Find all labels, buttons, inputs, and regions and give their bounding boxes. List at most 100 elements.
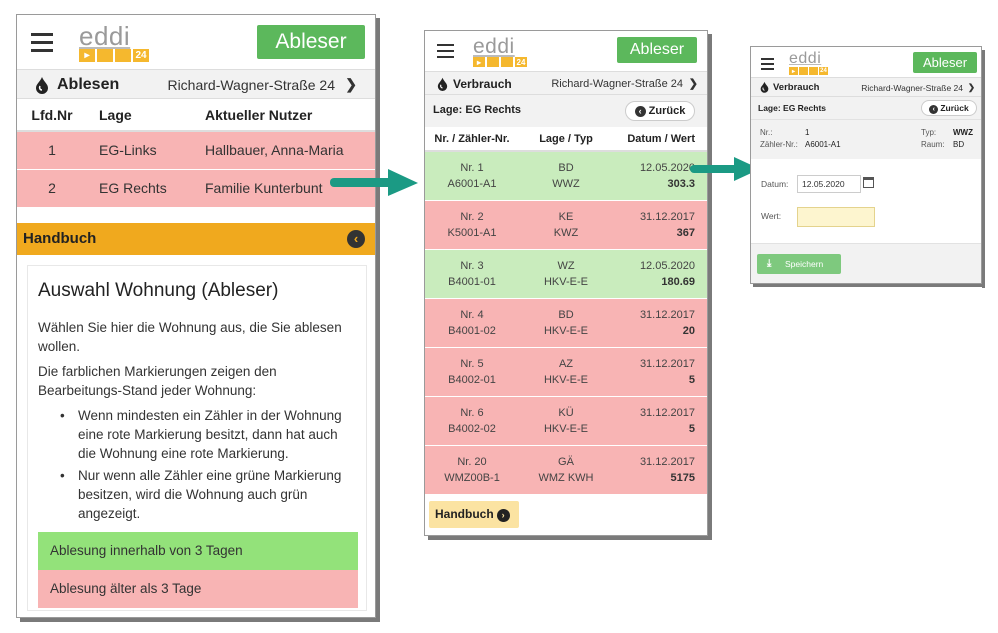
ableser-button[interactable]: Ableser <box>257 25 365 59</box>
raum-value: BD <box>953 140 965 149</box>
lage-row: Lage: EG Rechts ‹ Zurück <box>425 95 707 127</box>
eddi24-logo: eddi ▸ 24 <box>473 35 527 67</box>
eddi24-logo: eddi ▸ 24 <box>789 50 828 75</box>
lage-typ-cell: GÄ WMZ KWH <box>519 445 613 495</box>
section-title: Verbrauch <box>773 82 820 93</box>
section-header: Verbrauch Richard-Wagner-Straße 24 ❯ <box>751 77 981 97</box>
table-row[interactable]: 1 EG-Links Hallbauer, Anna-Maria <box>17 131 375 170</box>
lage-typ-cell: KÜ HKV-E-E <box>519 396 613 446</box>
handbuch-paragraph: Die farblichen Markierungen zeigen den B… <box>38 364 277 398</box>
column-header: Lfd.Nr <box>17 99 87 132</box>
datum-input[interactable]: 12.05.2020 <box>797 175 861 193</box>
zaehler-value: A6001-A1 <box>805 140 841 149</box>
handbuch-paragraph: Wählen Sie hier die Wohnung aus, die Sie… <box>38 320 342 354</box>
app-header: eddi ▸ 24 Ableser <box>17 15 375 69</box>
zaehler-table: Nr. / Zähler-Nr. Lage / Typ Datum / Wert… <box>425 127 707 495</box>
datum-wert-cell: 12.05.2020 180.69 <box>613 249 707 299</box>
handbuch-bar[interactable]: Handbuch ‹ <box>17 223 375 255</box>
lage-label: Lage: EG Rechts <box>433 104 522 116</box>
section-title: Verbrauch <box>453 77 512 91</box>
back-button[interactable]: ‹ Zurück <box>625 101 695 121</box>
column-header: Aktueller Nutzer <box>193 99 375 132</box>
nr-value: 1 <box>805 128 810 137</box>
drop-icon <box>36 77 48 94</box>
screen-zaehler-liste: eddi ▸ 24 Ableser Verbrauch Richard-Wagne… <box>424 30 708 536</box>
lage-row: Lage: EG Rechts ‹ Zurück <box>751 97 981 119</box>
arrow-left-circle-icon[interactable]: ‹ <box>347 230 365 248</box>
section-title: Ablesen <box>57 76 120 93</box>
save-button[interactable]: ⤓ Speichern <box>757 254 841 274</box>
arrow-right-circle-icon: › <box>496 509 510 522</box>
ableser-button[interactable]: Ableser <box>617 37 697 63</box>
table-row[interactable]: Nr. 20 WMZ00B-1 GÄ WMZ KWH 31.12.2017 5175 <box>425 445 707 495</box>
street-select[interactable]: Richard-Wagner-Straße 24 <box>167 77 335 93</box>
lage-label: Lage: EG Rechts <box>758 103 827 113</box>
nr-cell: Nr. 3 B4001-01 <box>425 249 519 299</box>
lage-typ-cell: AZ HKV-E-E <box>519 347 613 397</box>
hamburger-menu-icon[interactable] <box>761 58 774 73</box>
hamburger-menu-icon[interactable] <box>437 44 454 62</box>
lage-cell: EG-Links <box>87 131 193 170</box>
handbuch-button[interactable]: Handbuch › <box>429 501 519 528</box>
legend-red: Ablesung älter als 3 Tage <box>38 570 358 608</box>
download-icon: ⤓ <box>767 258 772 269</box>
flow-arrow-icon <box>330 169 418 196</box>
calendar-icon[interactable] <box>863 177 874 188</box>
table-row[interactable]: Nr. 1 A6001-A1 BD WWZ 12.05.2020 303.3 <box>425 151 707 201</box>
datum-label: Datum: <box>761 179 789 189</box>
ablese-form: Datum: 12.05.2020 Wert: <box>751 159 981 243</box>
app-header: eddi ▸ 24 Ableser <box>425 31 707 71</box>
lage-typ-cell: BD HKV-E-E <box>519 298 613 348</box>
app-header: eddi ▸ 24 Ableser <box>751 47 981 77</box>
column-header: Datum / Wert <box>613 127 707 152</box>
hamburger-menu-icon[interactable] <box>31 33 53 57</box>
column-header: Lage / Typ <box>519 127 613 152</box>
table-row[interactable]: 2 EG Rechts Familie Kunterbunt <box>17 169 375 208</box>
datum-wert-cell: 31.12.2017 5175 <box>613 445 707 495</box>
lage-typ-cell: WZ HKV-E-E <box>519 249 613 299</box>
nr-cell: Nr. 1 A6001-A1 <box>425 151 519 201</box>
nr-cell: Nr. 6 B4002-02 <box>425 396 519 446</box>
table-row[interactable]: Nr. 2 K5001-A1 KE KWZ 31.12.2017 367 <box>425 200 707 250</box>
ableser-button[interactable]: Ableser <box>913 52 977 73</box>
form-footer: ⤓ Speichern <box>751 243 981 283</box>
chevron-down-icon[interactable]: ❯ <box>689 77 698 90</box>
wohnung-table: Lfd.Nr Lage Aktueller Nutzer 1 EG-Links … <box>17 99 375 208</box>
nr-cell: Nr. 2 K5001-A1 <box>425 200 519 250</box>
lage-cell: EG Rechts <box>87 169 193 208</box>
list-item: Nur wenn alle Zähler eine grüne Markieru… <box>38 466 358 523</box>
datum-wert-cell: 31.12.2017 20 <box>613 298 707 348</box>
zaehler-info: Nr.: 1 Zähler-Nr.: A6001-A1 Typ: WWZ Rau… <box>751 119 981 159</box>
nr-cell: Nr. 20 WMZ00B-1 <box>425 445 519 495</box>
street-select[interactable]: Richard-Wagner-Straße 24 <box>861 83 963 93</box>
handbuch-title: Auswahl Wohnung (Ableser) <box>38 280 279 301</box>
section-header: Ablesen Richard-Wagner-Straße 24 ❯ <box>17 69 375 99</box>
chevron-left-icon: ‹ <box>634 106 646 117</box>
lfd-nr-cell: 1 <box>17 131 87 170</box>
lage-typ-cell: BD WWZ <box>519 151 613 201</box>
eddi24-logo: eddi ▸ 24 <box>79 23 151 62</box>
back-button[interactable]: ‹ Zurück <box>921 100 977 116</box>
legend-green: Ablesung innerhalb von 3 Tagen <box>38 532 358 570</box>
typ-label: Typ: <box>921 128 937 137</box>
zaehler-label: Zähler-Nr.: <box>760 140 798 149</box>
chevron-down-icon[interactable]: ❯ <box>345 76 357 93</box>
chevron-left-icon: ‹ <box>929 105 939 114</box>
drop-icon <box>437 77 448 91</box>
table-row[interactable]: Nr. 6 B4002-02 KÜ HKV-E-E 31.12.2017 5 <box>425 396 707 446</box>
nr-cell: Nr. 4 B4001-02 <box>425 298 519 348</box>
wert-input[interactable] <box>797 207 875 227</box>
chevron-down-icon[interactable]: ❯ <box>968 82 975 93</box>
table-row[interactable]: Nr. 4 B4001-02 BD HKV-E-E 31.12.2017 20 <box>425 298 707 348</box>
column-header: Nr. / Zähler-Nr. <box>425 127 519 152</box>
table-row[interactable]: Nr. 3 B4001-01 WZ HKV-E-E 12.05.2020 180.69 <box>425 249 707 299</box>
table-row[interactable]: Nr. 5 B4002-01 AZ HKV-E-E 31.12.2017 5 <box>425 347 707 397</box>
list-item: Wenn mindesten ein Zähler in der Wohnung… <box>38 406 358 463</box>
raum-label: Raum: <box>921 140 945 149</box>
handbuch-label: Handbuch <box>23 230 97 247</box>
lfd-nr-cell: 2 <box>17 169 87 208</box>
street-select[interactable]: Richard-Wagner-Straße 24 <box>551 78 683 90</box>
column-header: Lage <box>87 99 193 132</box>
datum-wert-cell: 31.12.2017 5 <box>613 396 707 446</box>
wert-label: Wert: <box>761 211 782 221</box>
